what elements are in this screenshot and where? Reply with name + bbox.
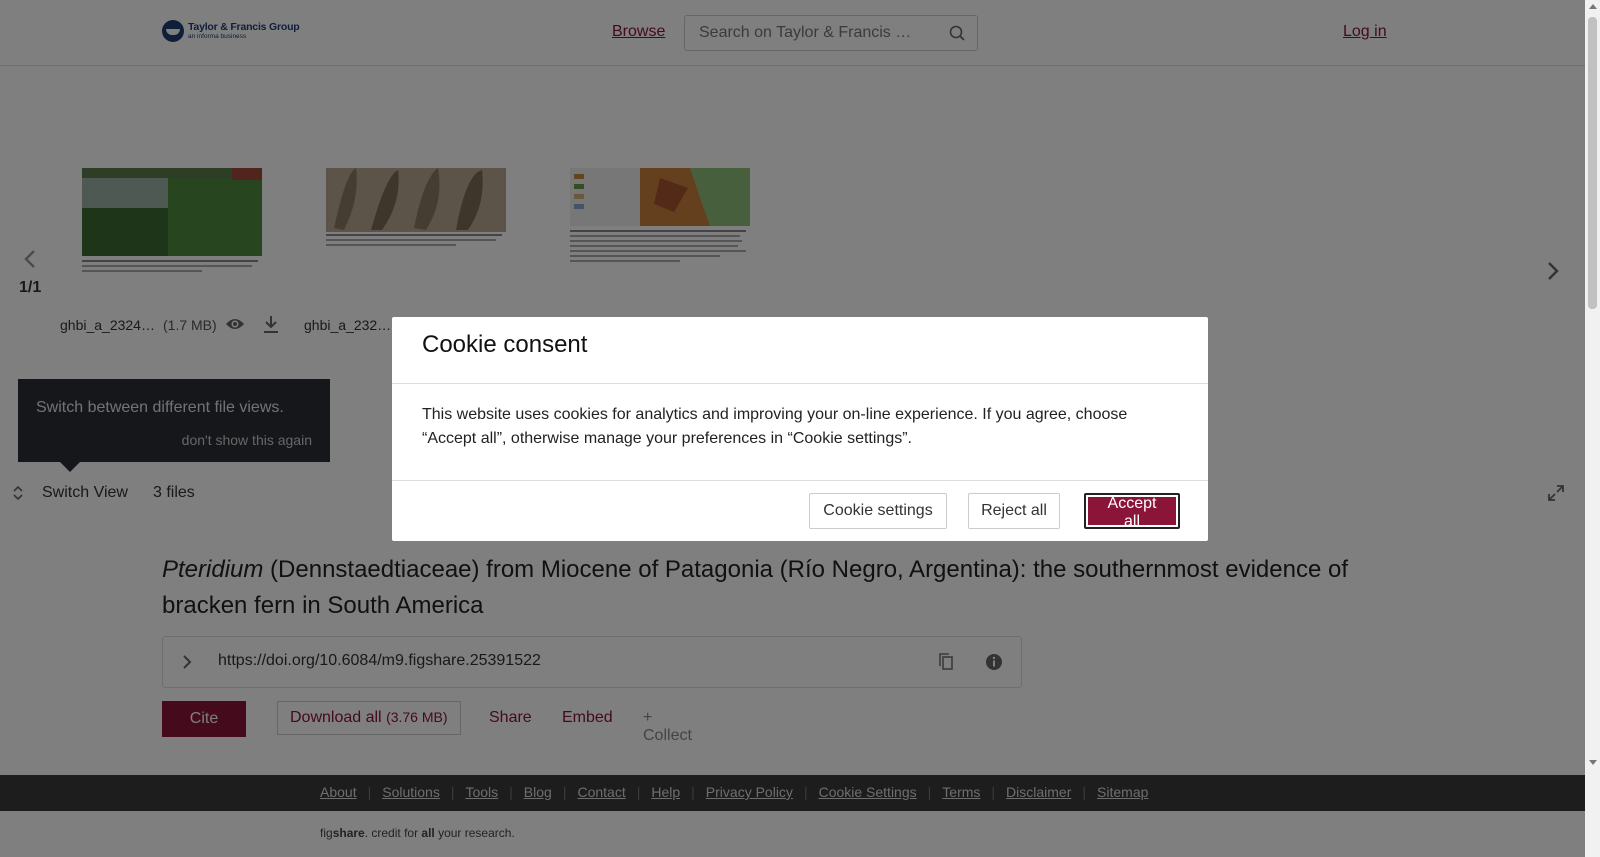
- page-scrollbar[interactable]: [1585, 0, 1600, 857]
- scroll-up-arrow[interactable]: [1589, 4, 1597, 9]
- scroll-down-arrow[interactable]: [1589, 760, 1597, 765]
- cookie-dialog-body: This website uses cookies for analytics …: [422, 406, 1128, 447]
- cookie-consent-dialog: Cookie consent This website uses cookies…: [392, 317, 1208, 541]
- cookie-dialog-title: Cookie consent: [422, 331, 588, 358]
- accept-all-button[interactable]: Accept all: [1084, 493, 1180, 530]
- scrollbar-thumb[interactable]: [1588, 17, 1597, 309]
- cookie-settings-button[interactable]: Cookie settings: [809, 493, 947, 529]
- divider: [392, 480, 1208, 481]
- divider: [392, 383, 1208, 384]
- reject-all-button[interactable]: Reject all: [968, 493, 1060, 529]
